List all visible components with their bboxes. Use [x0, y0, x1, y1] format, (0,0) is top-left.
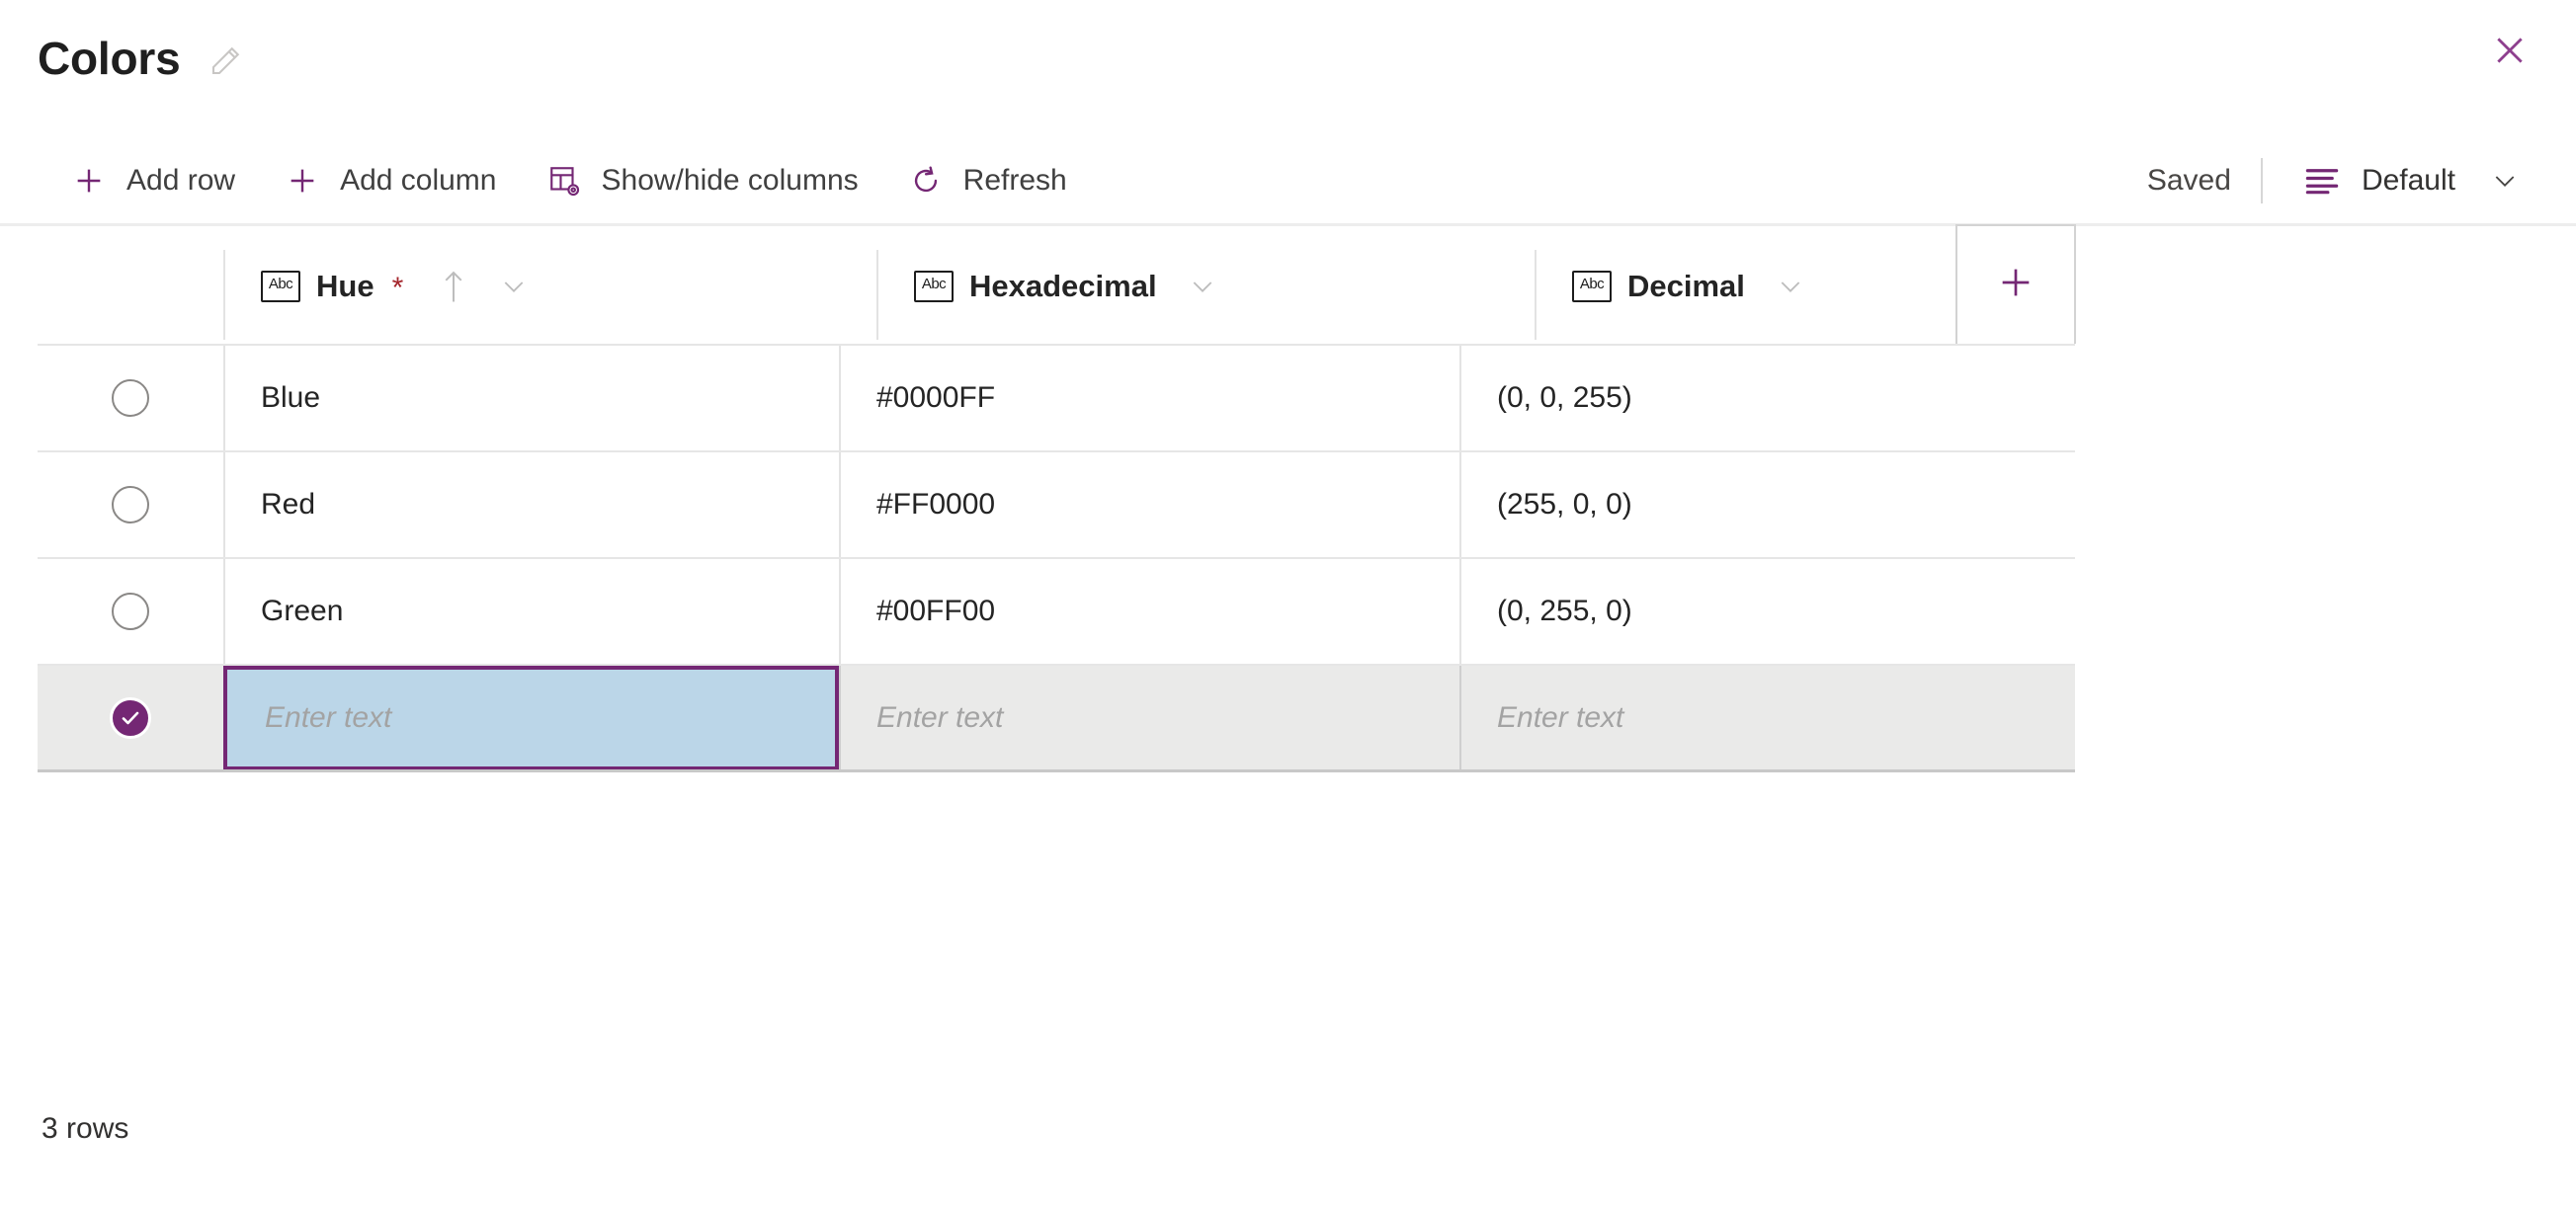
column-menu-hexadecimal-icon[interactable] — [1187, 271, 1218, 302]
data-grid: Abc Hue * Abc Hexadecimal Abc Decimal Bl… — [38, 224, 2076, 772]
view-selector[interactable]: Default — [2288, 149, 2534, 212]
row-count-status: 3 rows — [42, 1112, 129, 1145]
cell-placeholder: Enter text — [876, 701, 1004, 734]
cell-hue[interactable]: Red — [223, 452, 839, 557]
row-select-cell[interactable] — [38, 346, 223, 450]
sort-ascending-icon[interactable] — [439, 270, 468, 303]
column-header-hue[interactable]: Abc Hue * — [223, 228, 876, 344]
cell-decimal[interactable]: (0, 255, 0) — [1459, 559, 2075, 664]
show-hide-columns-button[interactable]: Show/hide columns — [529, 149, 880, 212]
chevron-down-icon — [2489, 165, 2521, 197]
cell-hexadecimal[interactable]: #FF0000 — [839, 452, 1459, 557]
column-header-label: Hexadecimal — [969, 268, 1157, 303]
cell-hue[interactable]: Blue — [223, 346, 839, 450]
toolbar-divider — [2260, 158, 2263, 203]
add-row-label: Add row — [126, 164, 236, 197]
abc-icon: Abc — [1572, 270, 1612, 302]
cell-hue[interactable]: Green — [223, 559, 839, 664]
row-select-radio[interactable] — [112, 379, 149, 417]
row-select-cell[interactable] — [38, 452, 223, 557]
abc-icon: Abc — [914, 270, 954, 302]
command-bar-right: Saved Default — [2147, 138, 2534, 223]
add-column-button[interactable]: Add column — [267, 149, 518, 212]
row-select-radio[interactable] — [112, 593, 149, 630]
required-marker: * — [391, 271, 404, 304]
pencil-icon[interactable] — [206, 41, 245, 81]
toolbar-bottom-divider — [0, 223, 2576, 226]
column-header-label: Hue — [316, 268, 374, 303]
add-column-label: Add column — [340, 164, 497, 197]
column-menu-decimal-icon[interactable] — [1775, 271, 1806, 302]
refresh-button[interactable]: Refresh — [890, 149, 1089, 212]
table-settings-icon — [544, 161, 584, 201]
column-menu-hue-icon[interactable] — [498, 271, 530, 302]
table-row[interactable]: Green #00FF00 (0, 255, 0) — [38, 559, 2075, 666]
table-row[interactable]: Blue #0000FF (0, 0, 255) — [38, 346, 2075, 452]
refresh-icon — [906, 161, 946, 201]
cell-hexadecimal[interactable]: #00FF00 — [839, 559, 1459, 664]
table-row[interactable]: Red #FF0000 (255, 0, 0) — [38, 452, 2075, 559]
column-header-decimal[interactable]: Abc Decimal — [1535, 228, 2188, 344]
column-header-hexadecimal[interactable]: Abc Hexadecimal — [876, 228, 1535, 344]
plus-icon — [69, 161, 109, 201]
add-row-button[interactable]: Add row — [53, 149, 257, 212]
cell-decimal-new[interactable]: Enter text — [1459, 666, 2075, 770]
view-label: Default — [2361, 164, 2455, 197]
cell-hexadecimal[interactable]: #0000FF — [839, 346, 1459, 450]
plus-icon — [1996, 263, 2036, 307]
row-select-cell-selected[interactable] — [38, 666, 223, 770]
grid-header-select-cell — [38, 228, 223, 344]
page-title: Colors — [38, 33, 181, 84]
abc-icon: Abc — [261, 270, 300, 302]
add-column-grid-button[interactable] — [1955, 224, 2076, 344]
title-group: Colors — [38, 32, 245, 85]
cell-decimal[interactable]: (255, 0, 0) — [1459, 452, 2075, 557]
grid-header-row: Abc Hue * Abc Hexadecimal Abc Decimal — [38, 224, 2076, 346]
row-select-radio[interactable] — [112, 486, 149, 523]
command-bar-left: Add row Add column Show/hide columns Ref… — [0, 149, 1089, 212]
close-button[interactable] — [2479, 22, 2540, 83]
save-status: Saved — [2146, 164, 2231, 197]
refresh-label: Refresh — [962, 164, 1067, 197]
cell-hue-editing[interactable]: Enter text — [223, 666, 839, 770]
plus-icon — [283, 161, 322, 201]
row-select-radio-checked[interactable] — [110, 697, 151, 739]
row-select-cell[interactable] — [38, 559, 223, 664]
command-bar: Add row Add column Show/hide columns Ref… — [0, 138, 2576, 223]
table-row-new[interactable]: Enter text Enter text Enter text — [38, 666, 2075, 772]
cell-hexadecimal-new[interactable]: Enter text — [839, 666, 1459, 770]
close-icon — [2490, 31, 2530, 75]
title-bar: Colors — [0, 0, 2576, 126]
show-hide-columns-label: Show/hide columns — [601, 164, 859, 197]
cell-decimal[interactable]: (0, 0, 255) — [1459, 346, 2075, 450]
column-header-label: Decimal — [1627, 268, 1745, 303]
view-list-icon — [2302, 161, 2342, 201]
cell-placeholder: Enter text — [1497, 701, 1624, 734]
cell-placeholder: Enter text — [265, 701, 392, 734]
